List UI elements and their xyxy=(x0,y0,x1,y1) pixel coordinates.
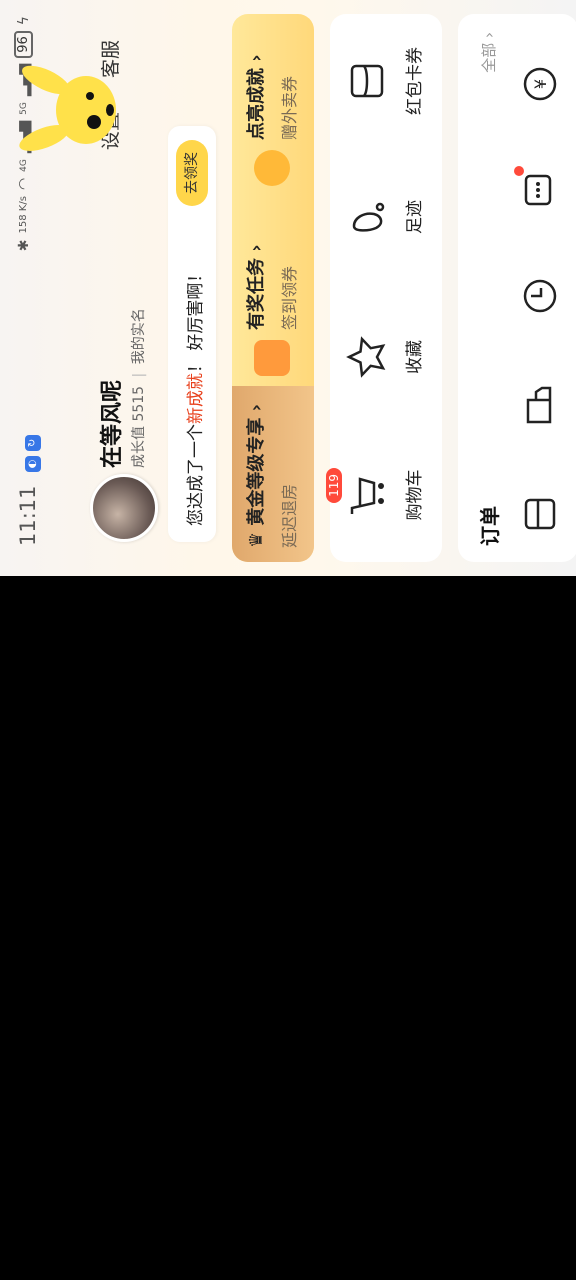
avatar[interactable] xyxy=(90,474,158,542)
rotated-screenshot: 11:11 ◐ ↻ ✱ 158 K/s ◠ 4G ▂▄▆ 5G ▂▄▆ 96 ϟ… xyxy=(0,0,576,576)
bluetooth-icon: ✱ xyxy=(15,239,32,252)
achievement-text: 您达成了一个新成就！ 好厉害啊！ xyxy=(186,265,206,526)
charging-icon: ϟ xyxy=(15,16,32,26)
username[interactable]: 在等风呢 xyxy=(94,380,126,468)
footprint-icon xyxy=(344,194,390,240)
light-achievement[interactable]: 点亮成就 › 赠外卖券 xyxy=(232,16,314,186)
gold-subtitle: 延迟退房 xyxy=(280,483,299,548)
growth-line[interactable]: 成长值 5515 | 我的实名 xyxy=(128,308,148,468)
review-dot xyxy=(514,166,524,176)
orders-title: 订单 xyxy=(478,506,502,546)
star-icon xyxy=(344,334,390,380)
orders-card: 订单 全部 › ¥ xyxy=(458,14,576,562)
shortcut-label: 收藏 xyxy=(405,340,425,374)
wifi-icon: ◠ xyxy=(15,177,32,191)
cart-icon: 119 xyxy=(326,468,390,518)
claim-reward-button[interactable]: 去领奖 xyxy=(176,140,208,206)
gold-title: ♛ 黄金等级专享 › xyxy=(246,403,267,548)
shortcut-coupons[interactable]: 红包卡券 xyxy=(344,26,425,136)
orders-view-all[interactable]: 全部 › xyxy=(478,32,499,73)
task-box-icon xyxy=(254,340,290,376)
task-subtitle: 签到领券 xyxy=(280,265,299,330)
network-speed: 158 K/s xyxy=(18,196,29,234)
verify-link[interactable]: 我的实名 xyxy=(131,308,147,364)
task-title: 有奖任务 › xyxy=(246,244,267,330)
shortcut-footprint[interactable]: 足迹 xyxy=(344,162,425,272)
app-notification-icon: ◐ ↻ xyxy=(20,434,41,472)
shortcut-label: 红包卡券 xyxy=(405,47,425,115)
coupon-icon xyxy=(344,58,390,104)
rewards-card: ♛ 黄金等级专享 › 延迟退房 有奖任务 › 签到领券 点亮成就 › 赠外卖券 xyxy=(232,14,314,562)
growth-label: 成长值 xyxy=(131,426,147,468)
cart-badge: 119 xyxy=(326,468,342,503)
delivery-icon[interactable] xyxy=(518,384,562,428)
app-canvas: 11:11 ◐ ↻ ✱ 158 K/s ◠ 4G ▂▄▆ 5G ▂▄▆ 96 ϟ… xyxy=(0,0,576,576)
status-time: 11:11 xyxy=(16,485,40,546)
achieve-subtitle: 赠外卖券 xyxy=(280,75,299,140)
svg-text:¥: ¥ xyxy=(531,79,550,89)
mascot-illustration xyxy=(19,65,116,151)
shortcut-favorites[interactable]: 收藏 xyxy=(344,302,425,412)
clock-icon[interactable] xyxy=(518,274,562,318)
achievement-star-icon xyxy=(254,150,290,186)
achieve-title: 点亮成就 › xyxy=(246,54,267,140)
chat-review-icon[interactable] xyxy=(514,166,562,212)
reward-task[interactable]: 有奖任务 › 签到领券 xyxy=(232,196,314,376)
growth-value: 5515 xyxy=(131,385,147,422)
shortcut-label: 购物车 xyxy=(405,469,425,521)
gold-level-perk[interactable]: ♛ 黄金等级专享 › 延迟退房 xyxy=(232,386,314,562)
shortcuts-card: 119 购物车 收藏 足迹 红包卡券 xyxy=(326,14,442,562)
refund-icon[interactable]: ¥ xyxy=(518,62,562,106)
achievement-highlight: 新成就 xyxy=(186,373,206,424)
shortcut-cart[interactable]: 119 购物车 xyxy=(326,440,425,550)
achievement-banner[interactable]: 您达成了一个新成就！ 好厉害啊！ 去领奖 xyxy=(168,126,216,542)
shortcut-label: 足迹 xyxy=(405,200,425,234)
wallet-icon[interactable] xyxy=(518,492,562,536)
